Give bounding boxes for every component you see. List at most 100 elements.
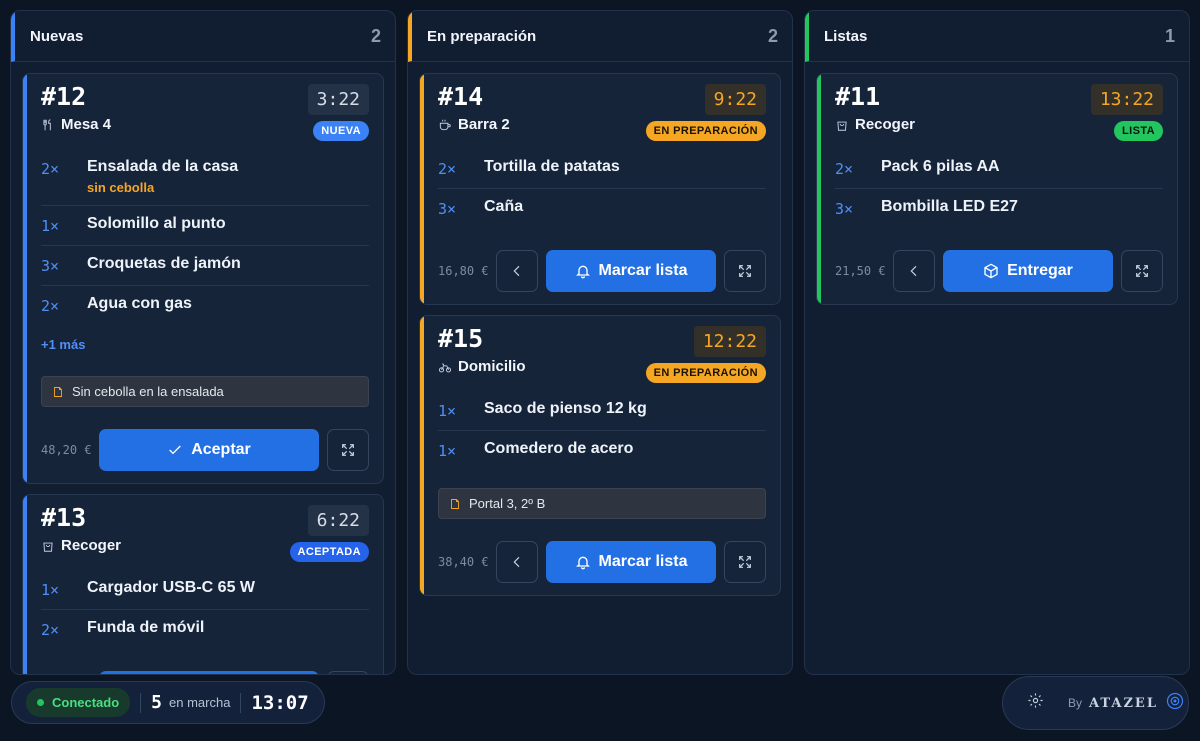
order-timer: 3:22 [307,84,369,115]
atazel-logo-icon [1158,692,1184,715]
chevron-left-icon [513,265,520,277]
item-name: Ensalada de la casa [87,158,239,175]
status-badge: NUEVA [313,121,369,141]
expand-button[interactable] [327,671,369,674]
list-item: 3× Bombilla LED E27 [835,189,1163,228]
column-body: #12 Mesa 4 3:22 NUEVA 2× Ensalada de la casa s… [22,73,384,674]
order-number: #12 [41,82,87,111]
status-badge: ACEPTADA [289,542,369,562]
list-item: 2× Ensalada de la casa sin cebolla [41,149,369,206]
item-name: Comedero de acero [484,440,634,457]
item-qty: 1× [41,217,60,235]
order-timer: 12:22 [693,326,766,357]
primary-action-button[interactable] [99,671,319,674]
order-total: 16,80 € [438,264,489,278]
item-name: Caña [484,198,524,215]
column-2: Listas 1 #11 Recoger 13:22 LISTA 2× Pack 6 pila… [804,10,1190,675]
chevron-left-icon [513,556,520,568]
back-button[interactable] [496,541,538,583]
order-number: #15 [438,324,484,353]
primary-action-button[interactable]: Aceptar [99,429,319,471]
list-item: 2× Tortilla de patatas [438,149,766,189]
order-number: #14 [438,82,484,111]
order-location: Domicilio [438,358,526,375]
expand-button[interactable] [724,541,766,583]
bag-icon [837,121,847,131]
item-list: 1× Cargador USB-C 65 W 2× Funda de móvil [41,570,369,649]
order-note: Sin cebolla en la ensalada [41,376,369,407]
expand-icon [739,556,751,568]
item-qty: 3× [41,257,60,275]
expand-icon [1136,265,1148,277]
bike-icon [438,363,452,372]
column-count: 1 [1164,25,1175,46]
note-icon [451,498,459,509]
item-note: sin cebolla [87,180,155,195]
order-location: Recoger [835,116,915,133]
clock: 13:07 [251,691,309,714]
order-number: #13 [41,503,87,532]
cup-icon [439,119,451,130]
order-card[interactable]: #12 Mesa 4 3:22 NUEVA 2× Ensalada de la casa s… [22,73,384,484]
item-qty: 2× [41,621,60,639]
item-qty: 2× [835,160,854,178]
item-list: 1× Saco de pienso 12 kg 1× Comedero de acer… [438,391,766,470]
list-item: 1× Solomillo al punto [41,206,369,246]
bell-icon [575,265,590,279]
note-icon [54,386,62,397]
item-name: Funda de móvil [87,619,205,636]
item-name: Pack 6 pilas AA [881,158,1000,175]
order-total: 38,40 € [438,555,489,569]
list-item: 2× Funda de móvil [41,610,369,649]
expand-button[interactable] [327,429,369,471]
column-body: #11 Recoger 13:22 LISTA 2× Pack 6 pilas AA 3× B… [816,73,1178,674]
column-1: En preparación 2 #14 Barra 2 9:22 EN PREPARAC… [407,10,793,675]
primary-action-button[interactable]: Marcar lista [546,541,716,583]
status-bar: Conectado 5 en marcha 13:07 [11,681,325,724]
column-header: En preparación 2 [408,11,792,62]
order-card[interactable]: #14 Barra 2 9:22 EN PREPARACIÓN 2× Tortilla d… [419,73,781,305]
item-list: 2× Pack 6 pilas AA 3× Bombilla LED E27 [835,149,1163,228]
order-location: Barra 2 [438,116,510,133]
check-icon [169,445,182,455]
item-name: Solomillo al punto [87,215,226,232]
order-card[interactable]: #13 Recoger 6:22 ACEPTADA 1× Cargador USB-C 6… [22,494,384,674]
show-more-link[interactable]: +1 más [41,325,369,358]
settings-gear-icon[interactable] [1027,692,1044,714]
column-title: Listas [824,27,868,45]
list-item: 1× Cargador USB-C 65 W [41,570,369,610]
item-name: Cargador USB-C 65 W [87,579,256,596]
expand-icon [739,265,751,277]
item-qty: 3× [835,200,854,218]
list-item: 2× Agua con gas [41,286,369,325]
item-qty: 2× [438,160,457,178]
card-actions: 16,80 € Marcar lista [438,228,766,304]
order-location: Recoger [41,537,121,554]
expand-button[interactable] [724,250,766,292]
order-card[interactable]: #15 Domicilio 12:22 EN PREPARACIÓN 1× Saco de… [419,315,781,596]
column-title: Nuevas [30,27,84,45]
back-button[interactable] [893,250,935,292]
item-name: Bombilla LED E27 [881,198,1018,215]
order-timer: 13:22 [1090,84,1163,115]
order-card[interactable]: #11 Recoger 13:22 LISTA 2× Pack 6 pilas AA 3× B… [816,73,1178,305]
expand-button[interactable] [1121,250,1163,292]
list-item: 3× Caña [438,189,766,228]
column-count: 2 [370,25,381,46]
primary-action-button[interactable]: Entregar [943,250,1113,292]
item-qty: 2× [41,297,60,315]
item-name: Tortilla de patatas [484,158,620,175]
connected-dot-icon [37,699,44,706]
item-name: Saco de pienso 12 kg [484,400,647,417]
card-actions [41,649,369,674]
list-item: 1× Comedero de acero [438,431,766,470]
order-total: 48,20 € [41,443,92,457]
column-count: 2 [767,25,778,46]
list-item: 1× Saco de pienso 12 kg [438,391,766,431]
back-button[interactable] [496,250,538,292]
list-item: 2× Pack 6 pilas AA [835,149,1163,189]
primary-action-button[interactable]: Marcar lista [546,250,716,292]
item-list: 2× Ensalada de la casa sin cebolla 1× Solomi… [41,149,369,325]
item-qty: 3× [438,200,457,218]
card-actions: 48,20 € Aceptar [41,407,369,483]
